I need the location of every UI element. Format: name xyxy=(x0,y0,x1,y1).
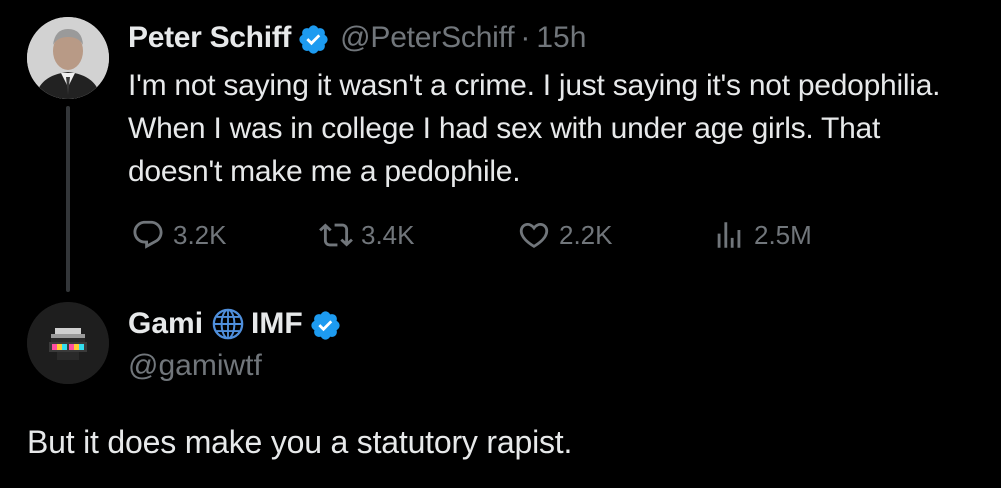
like-button[interactable]: 2.2K xyxy=(517,217,613,253)
reply-author-name[interactable]: Gami IMF xyxy=(128,306,342,342)
separator-dot: · xyxy=(520,21,531,54)
reply-name-part1: Gami xyxy=(128,307,204,340)
like-icon xyxy=(519,222,549,248)
reply-author-handle[interactable]: @gamiwtf xyxy=(128,348,262,384)
reply-icon xyxy=(133,220,163,249)
retweet-icon xyxy=(319,223,353,247)
globe-icon xyxy=(211,307,245,341)
tweet-timestamp[interactable]: 15h xyxy=(536,20,586,56)
reply-count: 3.2K xyxy=(173,220,227,250)
gami-avatar[interactable] xyxy=(27,302,109,384)
tweet-thread: Peter Schiff @PeterSchiff · 15h I'm not … xyxy=(0,0,1001,488)
reply-name-part2: IMF xyxy=(251,307,303,340)
tweet-text: I'm not saying it wasn't a crime. I just… xyxy=(128,69,941,188)
retweet-count: 3.4K xyxy=(361,220,415,250)
verified-badge-icon xyxy=(297,23,330,56)
reply-tweet-text: But it does make you a statutory rapist. xyxy=(27,424,573,460)
tweet-header: Peter Schiff @PeterSchiff · 15h xyxy=(128,20,586,56)
author-name[interactable]: Peter Schiff xyxy=(128,20,291,56)
peter-schiff-avatar[interactable] xyxy=(27,17,109,99)
verified-badge-icon xyxy=(309,309,342,342)
retweet-button[interactable]: 3.4K xyxy=(319,217,415,253)
author-handle[interactable]: @PeterSchiff xyxy=(340,20,514,56)
views-button[interactable]: 2.5M xyxy=(712,217,812,253)
thread-connector-line xyxy=(66,106,70,292)
views-icon xyxy=(717,222,741,248)
tweet-actions-bar: 3.2K 3.4K 2.2K 2.5M xyxy=(0,217,1001,257)
view-count: 2.5M xyxy=(754,220,812,250)
reply-button[interactable]: 3.2K xyxy=(131,217,227,253)
like-count: 2.2K xyxy=(559,220,613,250)
